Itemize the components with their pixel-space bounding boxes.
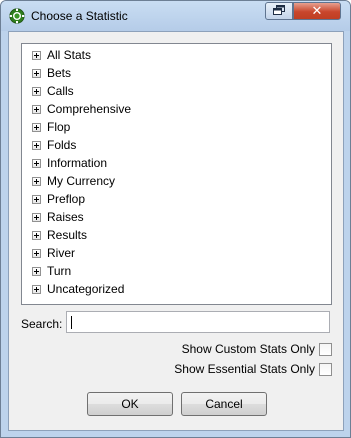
tree-item-preflop[interactable]: Preflop bbox=[32, 190, 85, 208]
tree-item-label: All Stats bbox=[47, 48, 92, 62]
tree-item-results[interactable]: Results bbox=[32, 226, 87, 244]
tree-item-bets[interactable]: Bets bbox=[32, 64, 71, 82]
expand-plus-icon[interactable] bbox=[32, 284, 41, 294]
expand-plus-icon[interactable] bbox=[32, 212, 41, 222]
search-label: Search: bbox=[21, 317, 63, 331]
expand-plus-icon[interactable] bbox=[32, 194, 41, 204]
show-essential-stats-label: Show Essential Stats Only bbox=[174, 362, 315, 376]
show-custom-stats-label: Show Custom Stats Only bbox=[181, 342, 315, 356]
tree-item-label: Bets bbox=[47, 66, 72, 80]
title-bar[interactable]: Choose a Statistic ✕ bbox=[1, 1, 350, 31]
dialog-window: Choose a Statistic ✕ All Stats Bets Call… bbox=[0, 0, 351, 438]
poker-chip-icon bbox=[9, 8, 25, 24]
tree-item-folds[interactable]: Folds bbox=[32, 136, 76, 154]
tree-item-information[interactable]: Information bbox=[32, 154, 107, 172]
expand-plus-icon[interactable] bbox=[32, 50, 41, 60]
expand-plus-icon[interactable] bbox=[32, 266, 41, 276]
tree-item-label: Raises bbox=[47, 210, 84, 224]
close-button[interactable]: ✕ bbox=[293, 2, 341, 20]
tree-item-flop[interactable]: Flop bbox=[32, 118, 70, 136]
show-essential-stats-checkbox[interactable] bbox=[319, 362, 332, 376]
tree-item-label: Information bbox=[47, 156, 108, 170]
tree-item-turn[interactable]: Turn bbox=[32, 262, 71, 280]
expand-plus-icon[interactable] bbox=[32, 248, 41, 258]
cancel-button-label: Cancel bbox=[205, 397, 243, 411]
tree-item-label: River bbox=[47, 246, 76, 260]
tree-item-uncategorized[interactable]: Uncategorized bbox=[32, 280, 124, 298]
cancel-button[interactable]: Cancel bbox=[181, 392, 267, 416]
tree-item-river[interactable]: River bbox=[32, 244, 75, 262]
tree-item-label: Results bbox=[47, 228, 88, 242]
expand-plus-icon[interactable] bbox=[32, 86, 41, 96]
expand-plus-icon[interactable] bbox=[32, 104, 41, 114]
tree-item-label: Turn bbox=[47, 264, 72, 278]
expand-plus-icon[interactable] bbox=[32, 122, 41, 132]
tree-item-label: Preflop bbox=[47, 192, 86, 206]
restore-icon bbox=[273, 4, 285, 18]
show-essential-stats-row[interactable]: Show Essential Stats Only bbox=[174, 361, 332, 377]
dialog-content: All Stats Bets Calls Comprehensive Flop … bbox=[8, 31, 344, 431]
search-input[interactable] bbox=[66, 311, 330, 333]
tree-item-my-currency[interactable]: My Currency bbox=[32, 172, 115, 190]
restore-button[interactable] bbox=[265, 2, 293, 20]
tree-item-label: Calls bbox=[47, 84, 74, 98]
stat-category-tree[interactable]: All Stats Bets Calls Comprehensive Flop … bbox=[21, 43, 332, 305]
tree-item-label: Comprehensive bbox=[47, 102, 132, 116]
text-caret bbox=[71, 316, 72, 329]
tree-item-calls[interactable]: Calls bbox=[32, 82, 74, 100]
close-icon: ✕ bbox=[311, 3, 323, 19]
tree-item-label: Uncategorized bbox=[47, 282, 125, 296]
ok-button[interactable]: OK bbox=[87, 392, 173, 416]
show-custom-stats-row[interactable]: Show Custom Stats Only bbox=[182, 341, 332, 357]
show-custom-stats-checkbox[interactable] bbox=[319, 342, 332, 356]
tree-item-all-stats[interactable]: All Stats bbox=[32, 46, 91, 64]
expand-plus-icon[interactable] bbox=[32, 68, 41, 78]
tree-item-comprehensive[interactable]: Comprehensive bbox=[32, 100, 131, 118]
tree-item-raises[interactable]: Raises bbox=[32, 208, 84, 226]
expand-plus-icon[interactable] bbox=[32, 230, 41, 240]
expand-plus-icon[interactable] bbox=[32, 140, 41, 150]
tree-item-label: Folds bbox=[47, 138, 77, 152]
expand-plus-icon[interactable] bbox=[32, 176, 41, 186]
tree-item-label: My Currency bbox=[47, 174, 116, 188]
ok-button-label: OK bbox=[121, 397, 139, 411]
tree-item-label: Flop bbox=[47, 120, 71, 134]
expand-plus-icon[interactable] bbox=[32, 158, 41, 168]
window-title: Choose a Statistic bbox=[31, 9, 128, 23]
